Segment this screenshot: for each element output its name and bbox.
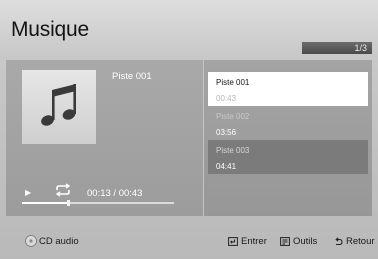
playlist-item-title: Piste 002: [216, 112, 250, 121]
return-icon: [335, 237, 343, 246]
tools-icon: [280, 237, 290, 246]
progress-bar[interactable]: [22, 200, 174, 206]
repeat-icon[interactable]: [52, 183, 74, 197]
progress-fill: [22, 202, 68, 204]
tools-label: Outils: [293, 236, 318, 247]
enter-icon: [228, 237, 238, 246]
playlist-item[interactable]: Piste 003 04:41: [208, 140, 368, 174]
enter-label: Entrer: [241, 236, 267, 247]
page-indicator: 1/3: [302, 42, 372, 54]
playlist-item[interactable]: Piste 001 00:43: [208, 72, 368, 106]
playlist-item-title: Piste 001: [216, 78, 250, 87]
page-title: Musique: [11, 18, 89, 41]
album-art: [22, 70, 96, 144]
cd-icon: [25, 235, 37, 247]
playlist-item-duration: 00:43: [216, 94, 237, 103]
music-note-icon: [41, 84, 76, 126]
now-playing-title: Piste 001: [112, 71, 152, 82]
music-player-screen: Musique 1/3 Piste 001 ▶ 00:13 / 00:43 Pi…: [0, 0, 378, 259]
source-label: CD audio: [39, 236, 79, 247]
play-icon[interactable]: ▶: [25, 188, 31, 197]
return-label: Retour: [346, 236, 375, 247]
playlist-item-duration: 03:56: [216, 128, 237, 137]
tools-button[interactable]: Outils: [280, 236, 317, 247]
playlist-item-title: Piste 003: [216, 146, 250, 155]
header: Musique 1/3: [0, 0, 378, 58]
playlist-item-duration: 04:41: [216, 162, 237, 171]
playlist-item[interactable]: Piste 002 03:56: [208, 106, 368, 140]
enter-button[interactable]: Entrer: [228, 236, 267, 247]
progress-knob[interactable]: [66, 200, 70, 206]
playback-time: 00:13 / 00:43: [87, 188, 143, 199]
playlist: Piste 001 00:43 Piste 002 03:56 Piste 00…: [208, 72, 368, 174]
return-button[interactable]: Retour: [334, 236, 375, 247]
